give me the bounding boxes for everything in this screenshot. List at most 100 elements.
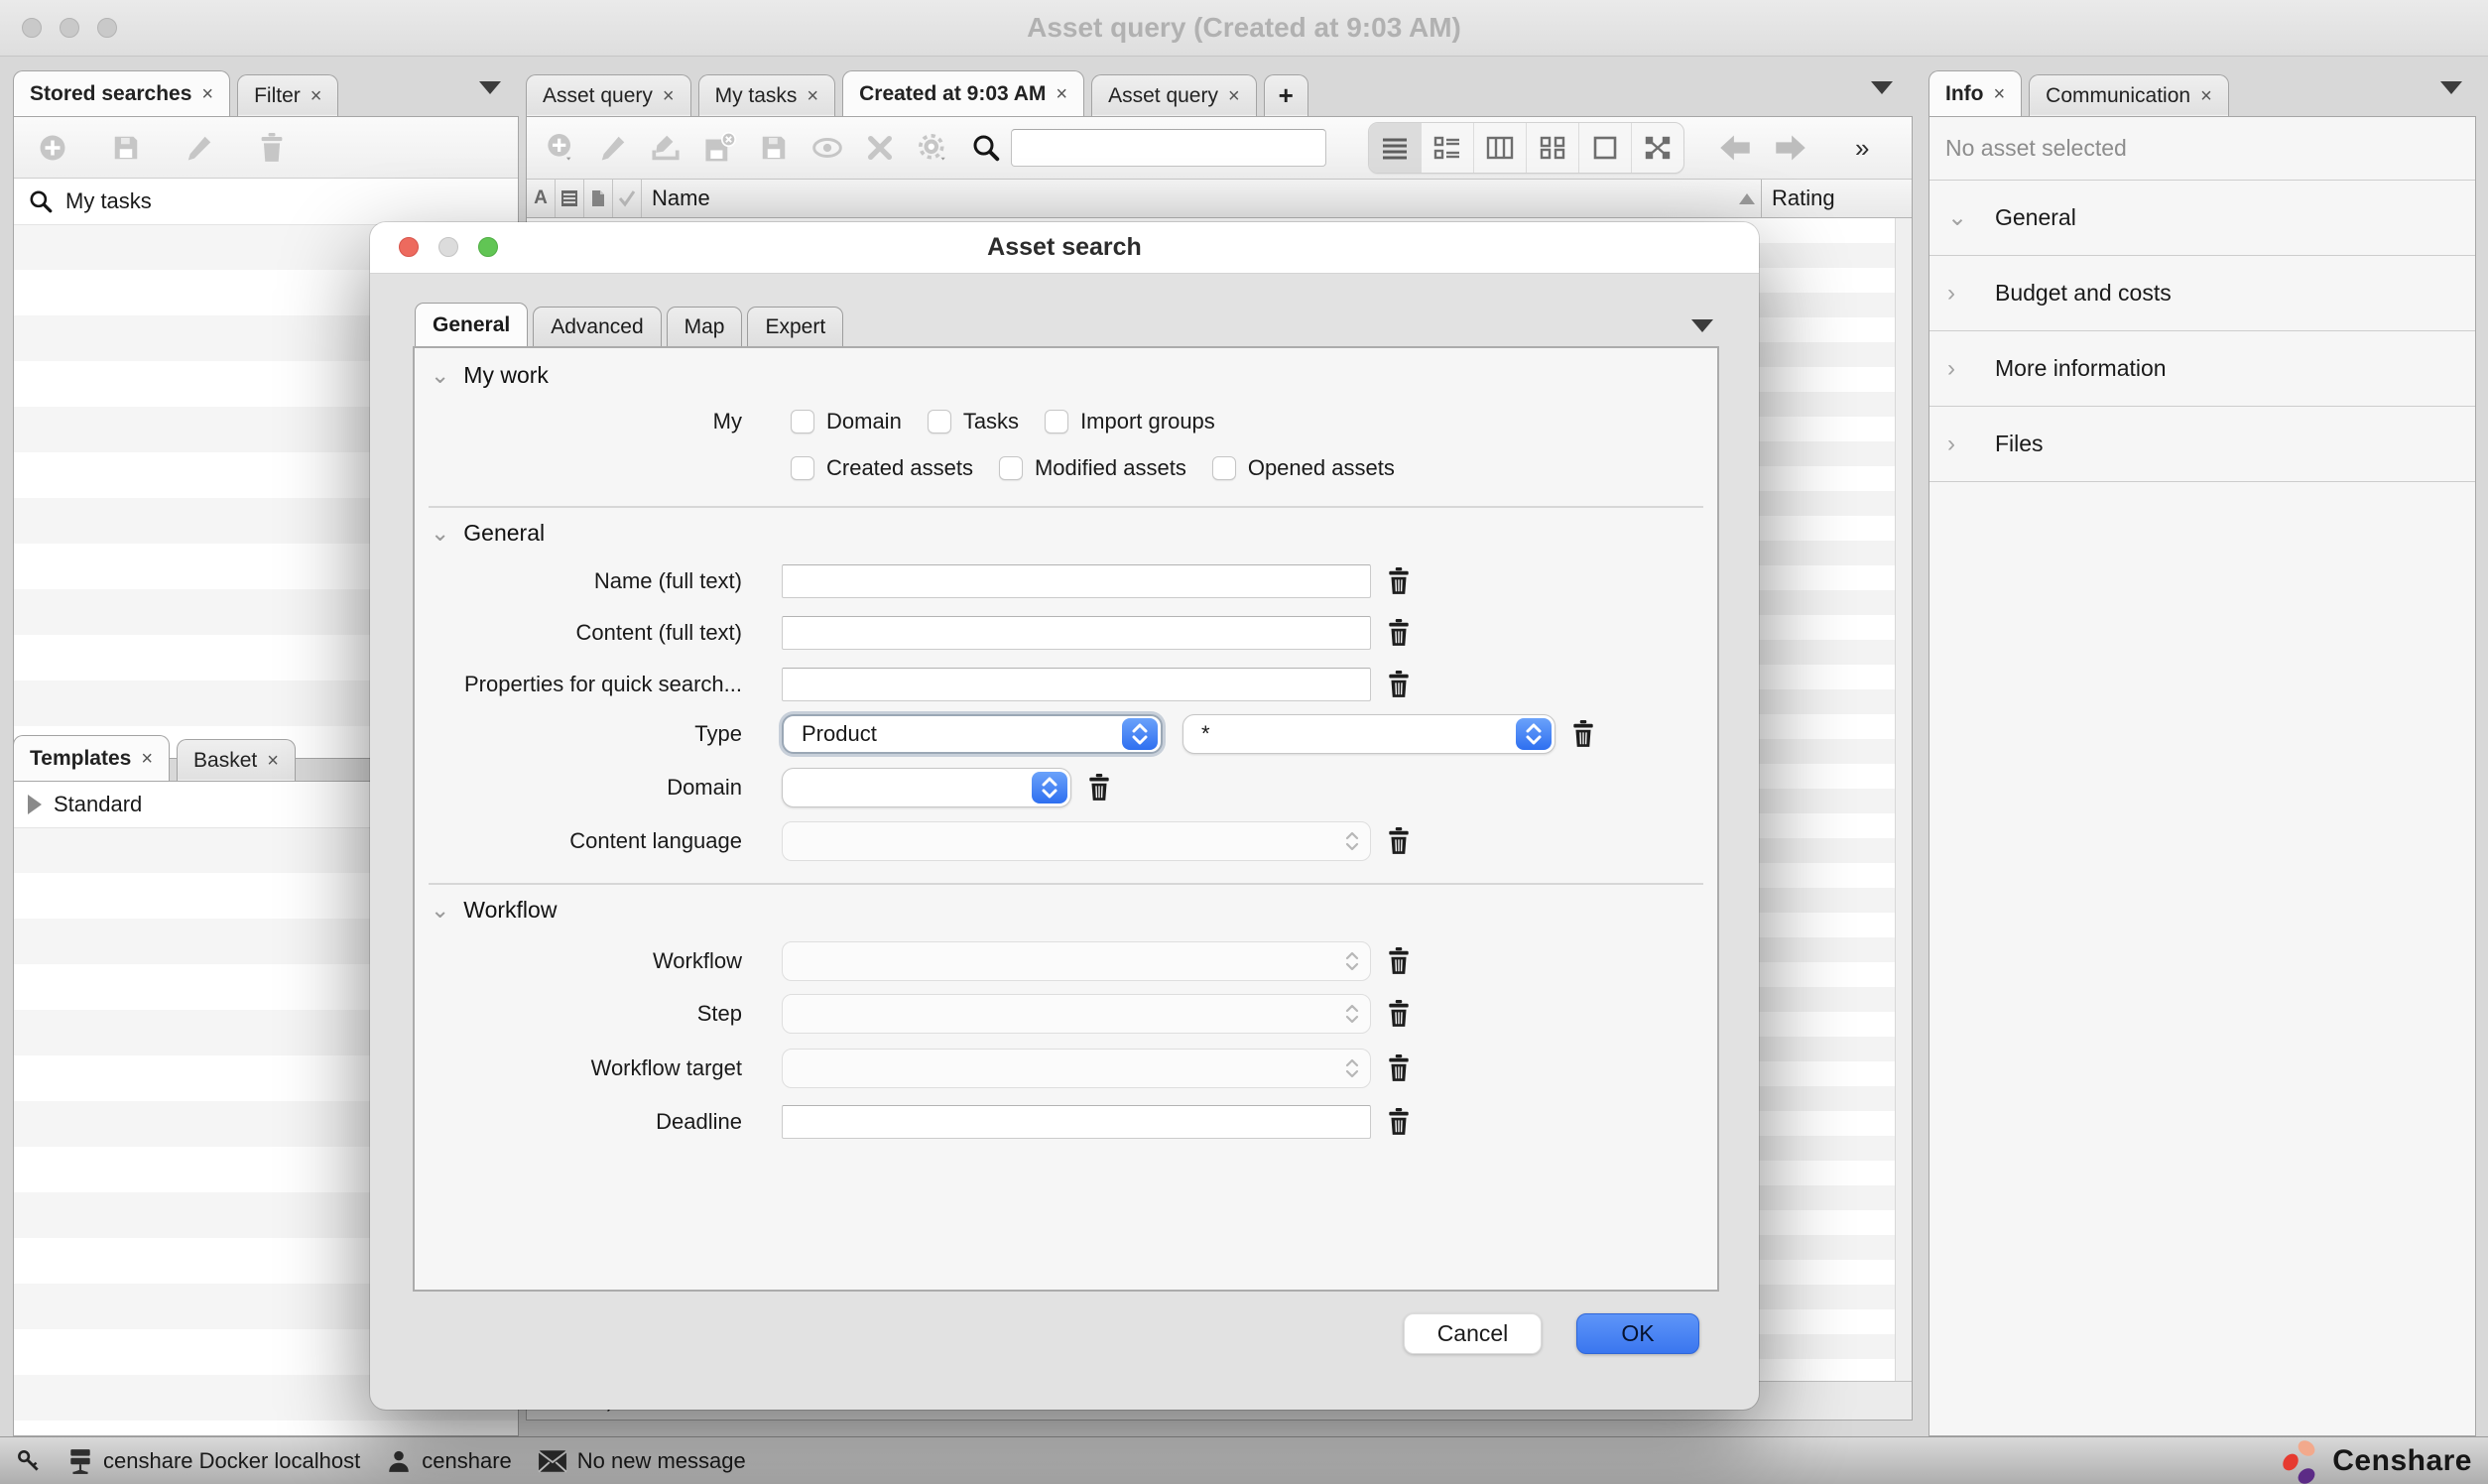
clear-field-icon[interactable] (1571, 720, 1595, 748)
name-fulltext-input[interactable] (782, 564, 1371, 598)
list-item[interactable]: My tasks (14, 179, 518, 225)
checkbox-domain[interactable]: Domain (791, 409, 902, 434)
checkout-edit-icon[interactable] (650, 133, 682, 163)
tab-close-icon[interactable]: × (1228, 86, 1240, 106)
checkbox-import-groups[interactable]: Import groups (1045, 409, 1215, 434)
section-files[interactable]: › Files (1929, 407, 2475, 482)
panel-menu-icon[interactable] (479, 81, 501, 94)
section-budget-and-costs[interactable]: › Budget and costs (1929, 256, 2475, 331)
toolbar-overflow-icon[interactable]: » (1855, 133, 1869, 164)
cancel-button[interactable]: Cancel (1404, 1313, 1542, 1354)
save-icon[interactable] (759, 133, 789, 163)
section-general[interactable]: ⌄ General (431, 520, 545, 547)
section-more-information[interactable]: › More information (1929, 331, 2475, 407)
tab-close-icon[interactable]: × (201, 84, 213, 104)
checkbox-created-assets[interactable]: Created assets (791, 455, 973, 481)
checkbox[interactable] (999, 456, 1023, 480)
tab-close-icon[interactable]: × (1056, 84, 1067, 104)
type-wildcard-select[interactable]: * (1182, 714, 1555, 754)
tab-info[interactable]: Info × (1928, 70, 2022, 116)
tab-close-icon[interactable]: × (311, 86, 322, 106)
ok-button[interactable]: OK (1576, 1313, 1699, 1354)
deadline-input[interactable] (782, 1105, 1371, 1139)
checkbox[interactable] (928, 410, 951, 433)
checkin-cancel-icon[interactable] (703, 132, 737, 164)
forward-arrow-icon[interactable] (1774, 133, 1807, 163)
checkbox[interactable] (791, 456, 814, 480)
tab-close-icon[interactable]: × (141, 749, 153, 769)
view-scatter-button[interactable] (1632, 123, 1683, 173)
view-single-button[interactable] (1579, 123, 1632, 173)
tab-close-icon[interactable]: × (807, 86, 818, 106)
back-arrow-icon[interactable] (1718, 133, 1752, 163)
tab-filter[interactable]: Filter × (237, 74, 338, 116)
clear-field-icon[interactable] (1387, 619, 1411, 647)
panel-menu-icon[interactable] (2440, 81, 2462, 94)
view-list-button[interactable] (1369, 123, 1422, 173)
clear-field-icon[interactable] (1387, 567, 1411, 595)
view-grid-button[interactable] (1527, 123, 1579, 173)
clear-field-icon[interactable] (1387, 1000, 1411, 1028)
properties-quick-search-input[interactable] (782, 668, 1371, 701)
dialog-tab-map[interactable]: Map (667, 307, 743, 347)
user-status[interactable]: censhare (386, 1448, 512, 1474)
checkbox[interactable] (1045, 410, 1068, 433)
checkbox-tasks[interactable]: Tasks (928, 409, 1019, 434)
column-icon-page[interactable] (584, 180, 613, 217)
column-rating[interactable]: Rating (1761, 180, 1912, 217)
edit-icon[interactable] (598, 133, 628, 163)
tab-close-icon[interactable]: × (267, 751, 279, 771)
checkbox-opened-assets[interactable]: Opened assets (1212, 455, 1395, 481)
section-workflow[interactable]: ⌄ Workflow (431, 897, 557, 924)
dialog-tab-advanced[interactable]: Advanced (533, 307, 661, 347)
dialog-tab-expert[interactable]: Expert (747, 307, 843, 347)
panel-menu-icon[interactable] (1871, 81, 1893, 94)
add-icon[interactable] (38, 133, 67, 163)
message-status[interactable]: No new message (538, 1448, 746, 1474)
tab-close-icon[interactable]: × (1993, 84, 2005, 104)
column-icon-type[interactable]: A (527, 180, 556, 217)
view-columns-button[interactable] (1474, 123, 1527, 173)
edit-icon[interactable] (185, 133, 214, 163)
tab-my-tasks[interactable]: My tasks × (698, 74, 836, 116)
checkbox-modified-assets[interactable]: Modified assets (999, 455, 1186, 481)
tab-asset-query-1[interactable]: Asset query × (526, 74, 691, 116)
dialog-tab-general[interactable]: General (415, 303, 528, 347)
preview-icon[interactable] (810, 133, 844, 163)
clear-field-icon[interactable] (1387, 827, 1411, 855)
tab-asset-query-2[interactable]: Asset query × (1091, 74, 1257, 116)
vertical-scrollbar[interactable] (1895, 218, 1912, 1381)
column-name[interactable]: Name (642, 186, 1761, 211)
save-icon[interactable] (111, 133, 141, 163)
tab-created-at[interactable]: Created at 9:03 AM × (842, 70, 1084, 116)
server-status[interactable]: censhare Docker localhost (67, 1447, 360, 1475)
clear-field-icon[interactable] (1387, 947, 1411, 975)
clear-field-icon[interactable] (1387, 1108, 1411, 1136)
content-fulltext-input[interactable] (782, 616, 1371, 650)
tab-templates[interactable]: Templates × (13, 735, 170, 781)
tab-communication[interactable]: Communication × (2029, 74, 2229, 116)
search-input[interactable] (1011, 129, 1326, 167)
key-icon[interactable] (16, 1448, 42, 1474)
dialog-menu-icon[interactable] (1691, 319, 1713, 332)
new-tab-button[interactable]: + (1264, 74, 1308, 116)
clear-field-icon[interactable] (1387, 1054, 1411, 1082)
delete-icon[interactable] (258, 133, 286, 163)
section-my-work[interactable]: ⌄ My work (431, 362, 549, 389)
disclosure-triangle-icon[interactable] (28, 795, 42, 814)
clear-field-icon[interactable] (1087, 774, 1111, 802)
column-icon-check[interactable] (613, 180, 642, 217)
section-general[interactable]: ⌄ General (1929, 181, 2475, 256)
checkbox[interactable] (791, 410, 814, 433)
tab-basket[interactable]: Basket × (177, 739, 296, 781)
add-asset-icon[interactable] (545, 132, 576, 164)
tab-close-icon[interactable]: × (2200, 86, 2212, 106)
type-select[interactable]: Product (782, 714, 1163, 754)
tab-close-icon[interactable]: × (663, 86, 675, 106)
tab-stored-searches[interactable]: Stored searches × (13, 70, 230, 116)
column-icon-list[interactable] (556, 180, 584, 217)
domain-select[interactable] (782, 768, 1071, 807)
checkbox[interactable] (1212, 456, 1236, 480)
clear-field-icon[interactable] (1387, 671, 1411, 698)
cancel-icon[interactable] (866, 134, 894, 162)
